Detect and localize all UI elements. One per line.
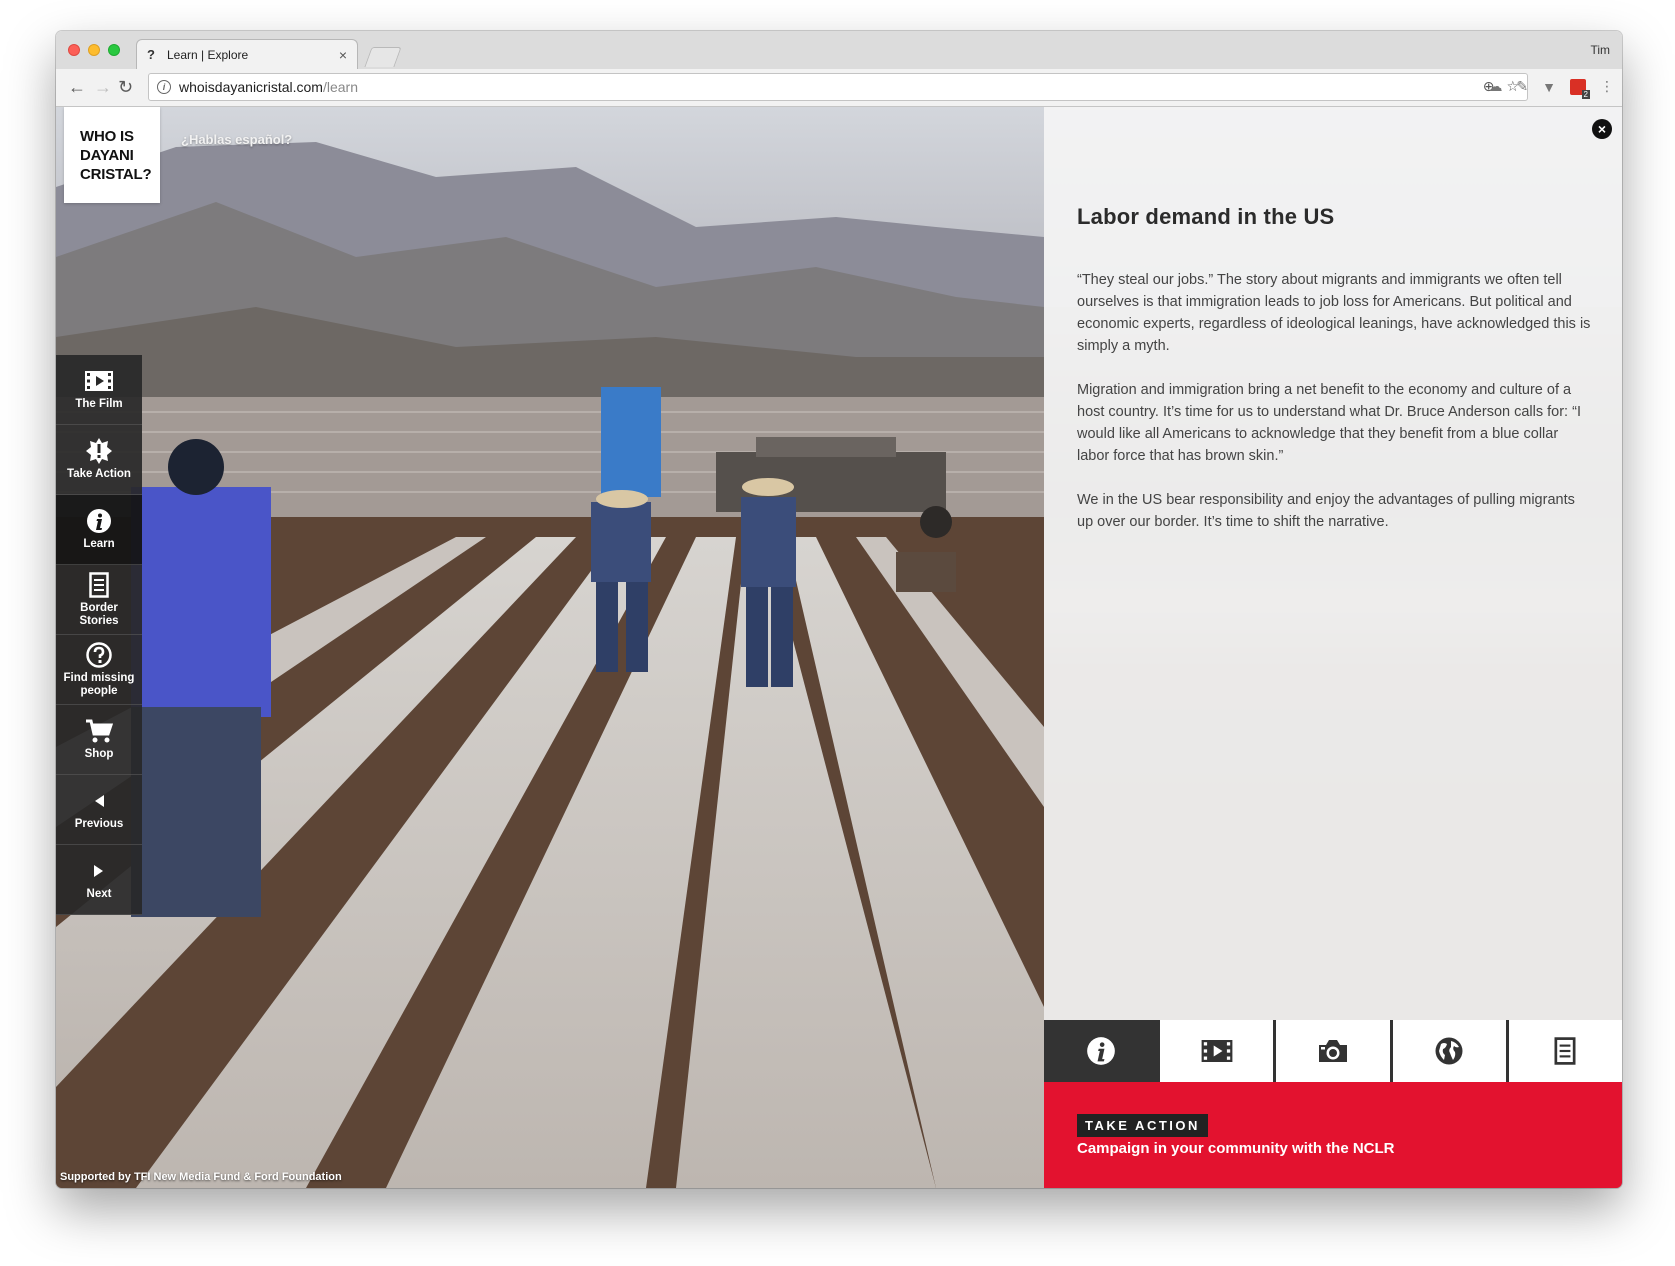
side-navigation: The Film Take Action Learn Border Storie… <box>56 355 142 915</box>
url-path: /learn <box>322 79 358 95</box>
media-tabs <box>1044 1020 1622 1082</box>
extension-cloud-icon[interactable]: ☁ <box>1488 78 1502 95</box>
nav-item-find-missing-people[interactable]: Find missing people <box>56 635 142 705</box>
tab-title: Learn | Explore <box>167 47 249 62</box>
site-info-icon[interactable]: i <box>157 80 171 94</box>
tab-film[interactable] <box>1157 1020 1274 1082</box>
title-bar: ? Learn | Explore × Tim <box>56 31 1622 69</box>
panel-title: Labor demand in the US <box>1077 204 1335 229</box>
browser-window: ? Learn | Explore × Tim ← → ↻ i whoisday… <box>56 31 1622 1188</box>
nav-item-the-film[interactable]: The Film <box>56 355 142 425</box>
cta-link[interactable]: Campaign in your community with the NCLR <box>1077 1140 1395 1157</box>
page-viewport: WHO IS DAYANI CRISTAL? ¿Hablas español? … <box>56 107 1622 1188</box>
close-icon[interactable]: × <box>1592 119 1612 139</box>
footer-credit: Supported by TFI New Media Fund & Ford F… <box>60 1171 342 1183</box>
left-arrow-icon <box>95 795 104 807</box>
take-action-banner[interactable]: TAKE ACTION Campaign in your community w… <box>1044 1082 1622 1188</box>
tab-close-icon[interactable]: × <box>339 47 347 63</box>
minimize-window-button[interactable] <box>88 44 100 56</box>
panel-paragraph: Migration and immigration bring a net be… <box>1077 382 1581 464</box>
document-icon <box>1554 1037 1576 1065</box>
info-icon <box>87 509 111 533</box>
back-icon[interactable]: ← <box>68 77 86 97</box>
nav-label: Learn <box>83 538 115 550</box>
maximize-window-button[interactable] <box>108 44 120 56</box>
profile-name[interactable]: Tim <box>1590 43 1610 57</box>
forward-icon[interactable]: → <box>94 77 112 97</box>
learn-panel: × Labor demand in the US “They steal our… <box>1044 107 1622 1020</box>
tab-map[interactable] <box>1389 1020 1506 1082</box>
tab-info[interactable] <box>1044 1020 1158 1082</box>
site-logo[interactable]: WHO IS DAYANI CRISTAL? <box>64 107 160 203</box>
nav-label: Next <box>86 888 112 900</box>
nav-item-shop[interactable]: Shop <box>56 705 142 775</box>
globe-icon <box>1435 1037 1463 1065</box>
logo-line-1: WHO IS <box>80 127 134 145</box>
panel-paragraph: We in the US bear responsibility and enj… <box>1077 492 1575 530</box>
tab-photos[interactable] <box>1273 1020 1390 1082</box>
nav-label: Take Action <box>67 468 131 480</box>
nav-item-border-stories[interactable]: Border Stories <box>56 565 142 635</box>
menu-kebab-icon[interactable]: ⋮ <box>1600 78 1614 95</box>
nav-label: Previous <box>74 818 124 830</box>
tab-favicon-icon: ? <box>147 47 155 62</box>
address-bar[interactable]: i whoisdayanicristal.com /learn ⊕ ☆ <box>148 73 1528 101</box>
new-tab-button[interactable] <box>364 47 402 67</box>
panel-paragraph: “They steal our jobs.” The story about m… <box>1077 272 1591 354</box>
extension-pin-icon[interactable]: ✎ <box>1516 78 1528 95</box>
nav-label: Shop <box>84 748 114 760</box>
cart-icon <box>86 719 113 743</box>
film-icon <box>85 371 113 391</box>
extension-vee-icon[interactable]: ▼ <box>1542 79 1556 95</box>
url-host: whoisdayanicristal.com <box>179 79 323 95</box>
cta-label: TAKE ACTION <box>1077 1114 1208 1137</box>
right-arrow-icon <box>94 865 103 877</box>
nav-item-previous[interactable]: Previous <box>56 775 142 845</box>
document-icon <box>89 571 109 598</box>
logo-line-2: DAYANI <box>80 146 134 164</box>
nav-item-take-action[interactable]: Take Action <box>56 425 142 495</box>
nav-label: Border Stories <box>79 601 119 627</box>
window-controls <box>68 44 120 56</box>
close-window-button[interactable] <box>68 44 80 56</box>
camera-icon <box>1319 1040 1347 1062</box>
extension-icons: ☁ ✎ ▼ 2 ⋮ <box>1488 78 1614 99</box>
info-icon <box>1086 1037 1115 1065</box>
reload-icon[interactable]: ↻ <box>118 77 133 97</box>
panel-body: “They steal our jobs.” The story about m… <box>1077 269 1592 555</box>
film-icon <box>1201 1040 1233 1062</box>
tab-document[interactable] <box>1505 1020 1622 1082</box>
nav-item-learn[interactable]: Learn <box>56 495 142 565</box>
nav-item-next[interactable]: Next <box>56 845 142 915</box>
language-link[interactable]: ¿Hablas español? <box>181 132 292 147</box>
browser-toolbar: ← → ↻ i whoisdayanicristal.com /learn ⊕ … <box>56 69 1622 107</box>
action-burst-icon <box>86 438 112 464</box>
nav-label: Find missing people <box>63 671 135 697</box>
question-icon <box>86 641 112 668</box>
extension-calendar-icon[interactable]: 2 <box>1570 78 1590 99</box>
nav-label: The Film <box>75 398 123 410</box>
logo-line-3: CRISTAL? <box>80 165 152 183</box>
browser-tab[interactable]: ? Learn | Explore × <box>136 39 358 69</box>
